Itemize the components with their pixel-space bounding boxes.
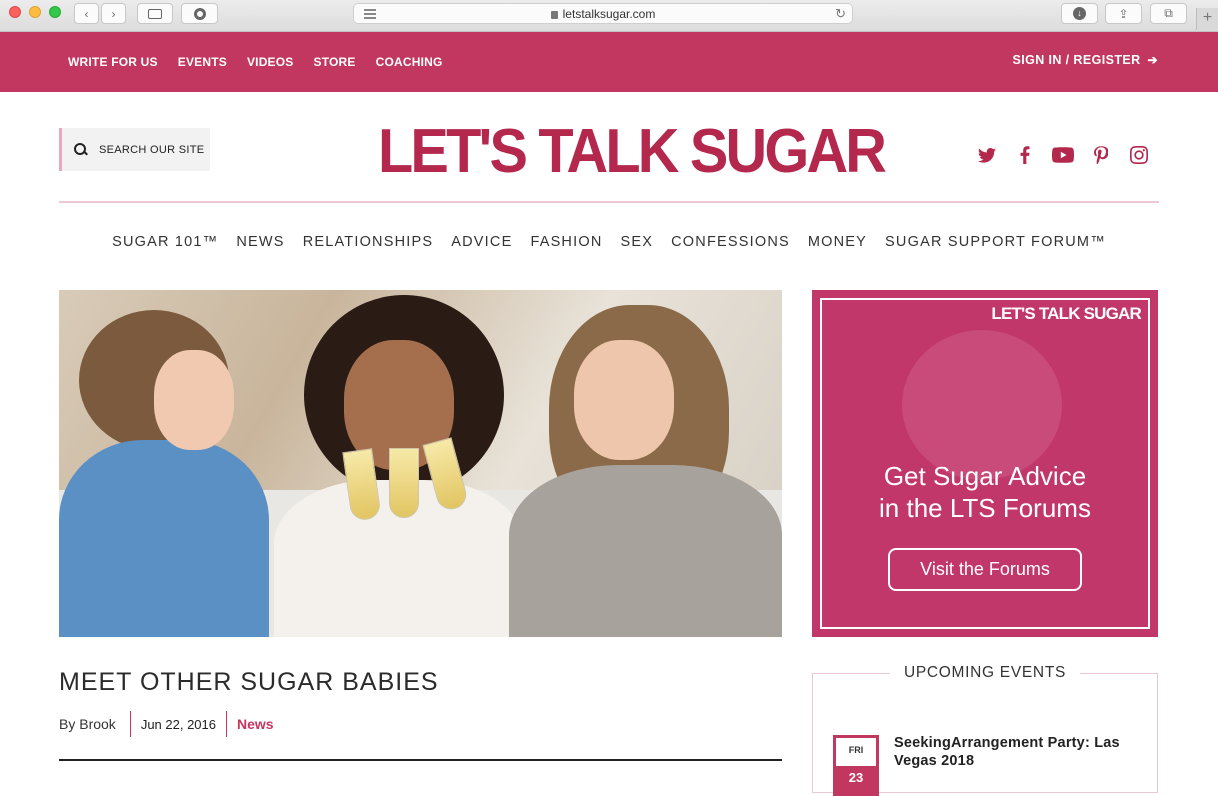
minimize-window-button[interactable]: [29, 6, 41, 18]
top-nav-events[interactable]: EVENTS: [178, 55, 227, 69]
article-hero-image[interactable]: [59, 290, 782, 637]
tabs-overview-button[interactable]: ⧉: [1150, 3, 1187, 24]
lock-icon: [550, 10, 558, 19]
sign-in-icon: ➔: [1147, 53, 1158, 67]
close-window-button[interactable]: [9, 6, 21, 18]
tabs-icon: ⧉: [1164, 6, 1173, 20]
reload-icon[interactable]: ↻: [835, 6, 846, 22]
top-nav-store[interactable]: STORE: [314, 55, 356, 69]
circle-icon: [193, 7, 206, 20]
forward-button[interactable]: ›: [101, 3, 126, 24]
share-icon: ⇪: [1118, 6, 1129, 21]
top-bar: WRITE FOR US EVENTS VIDEOS STORE COACHIN…: [0, 32, 1218, 92]
plus-icon: +: [1202, 9, 1213, 26]
sidebar-icon: [148, 8, 162, 19]
back-button[interactable]: ‹: [74, 3, 99, 24]
search-icon: [74, 143, 87, 156]
ad-headline: Get Sugar Advice in the LTS Forums: [879, 461, 1091, 523]
top-nav-coaching[interactable]: COACHING: [376, 55, 443, 69]
event-title-link[interactable]: SeekingArrangement Party: Las Vegas 2018: [894, 734, 1134, 770]
browser-toolbar: ‹ › letstalksugar.com ↻ ↓ ⇪ ⧉ +: [0, 0, 1218, 32]
twitter-icon[interactable]: [976, 144, 998, 166]
facebook-icon[interactable]: [1014, 144, 1036, 166]
top-nav: WRITE FOR US EVENTS VIDEOS STORE COACHIN…: [68, 55, 463, 69]
sign-in-label: SIGN IN / REGISTER: [1012, 53, 1141, 67]
chevron-right-icon: ›: [111, 6, 116, 21]
article-divider: [59, 759, 782, 761]
article-meta: By Brook Jun 22, 2016 News: [59, 711, 274, 737]
visit-forums-button[interactable]: Visit the Forums: [888, 548, 1082, 591]
nav-relationships[interactable]: RELATIONSHIPS: [303, 234, 434, 250]
header-divider: [59, 201, 1159, 203]
search-input[interactable]: SEARCH OUR SITE: [59, 128, 210, 171]
event-date-badge: FRI 23: [833, 735, 879, 796]
article-author: By Brook: [59, 716, 116, 732]
forum-ad-banner[interactable]: LET'S TALK SUGAR Get Sugar Advice in the…: [812, 290, 1158, 637]
nav-confessions[interactable]: CONFESSIONS: [671, 234, 790, 250]
downloads-button[interactable]: ↓: [1061, 3, 1098, 24]
nav-news[interactable]: NEWS: [236, 234, 284, 250]
champagne-glass: [389, 448, 419, 518]
download-icon: ↓: [1073, 7, 1086, 20]
nav-advice[interactable]: ADVICE: [451, 234, 512, 250]
pinterest-icon[interactable]: [1090, 144, 1112, 166]
reader-view-icon[interactable]: [364, 9, 376, 19]
chevron-left-icon: ‹: [84, 6, 89, 21]
nav-fashion[interactable]: FASHION: [530, 234, 602, 250]
article-category-link[interactable]: News: [227, 716, 274, 732]
url-text: letstalksugar.com: [562, 6, 656, 21]
instagram-icon[interactable]: [1128, 144, 1150, 166]
address-bar[interactable]: letstalksugar.com ↻: [353, 3, 853, 24]
zoom-window-button[interactable]: [49, 6, 61, 18]
upcoming-events-title: UPCOMING EVENTS: [890, 664, 1080, 682]
event-day-of-week: FRI: [848, 745, 864, 755]
share-button[interactable]: ⇪: [1105, 3, 1142, 24]
search-placeholder: SEARCH OUR SITE: [99, 143, 205, 156]
site-logo[interactable]: LET'S TALK SUGAR: [378, 116, 887, 188]
new-tab-button[interactable]: +: [1196, 8, 1218, 30]
privacy-report-button[interactable]: [181, 3, 218, 24]
article-date: Jun 22, 2016: [140, 716, 216, 732]
nav-sugar-support-forum[interactable]: SUGAR SUPPORT FORUM™: [885, 234, 1106, 250]
sign-in-register-link[interactable]: SIGN IN / REGISTER ➔: [1012, 53, 1158, 67]
ad-brand-logo: LET'S TALK SUGAR: [991, 304, 1141, 323]
top-nav-videos[interactable]: VIDEOS: [247, 55, 294, 69]
social-links: [976, 144, 1166, 166]
event-day: 23: [833, 766, 879, 796]
nav-money[interactable]: MONEY: [808, 234, 867, 250]
sidebar-toggle-button[interactable]: [137, 3, 173, 24]
main-nav: SUGAR 101™ NEWS RELATIONSHIPS ADVICE FAS…: [0, 234, 1218, 250]
article-title[interactable]: MEET OTHER SUGAR BABIES: [59, 668, 439, 697]
nav-sugar-101[interactable]: SUGAR 101™: [112, 234, 218, 250]
top-nav-write-for-us[interactable]: WRITE FOR US: [68, 55, 158, 69]
nav-sex[interactable]: SEX: [621, 234, 654, 250]
youtube-icon[interactable]: [1052, 144, 1074, 166]
